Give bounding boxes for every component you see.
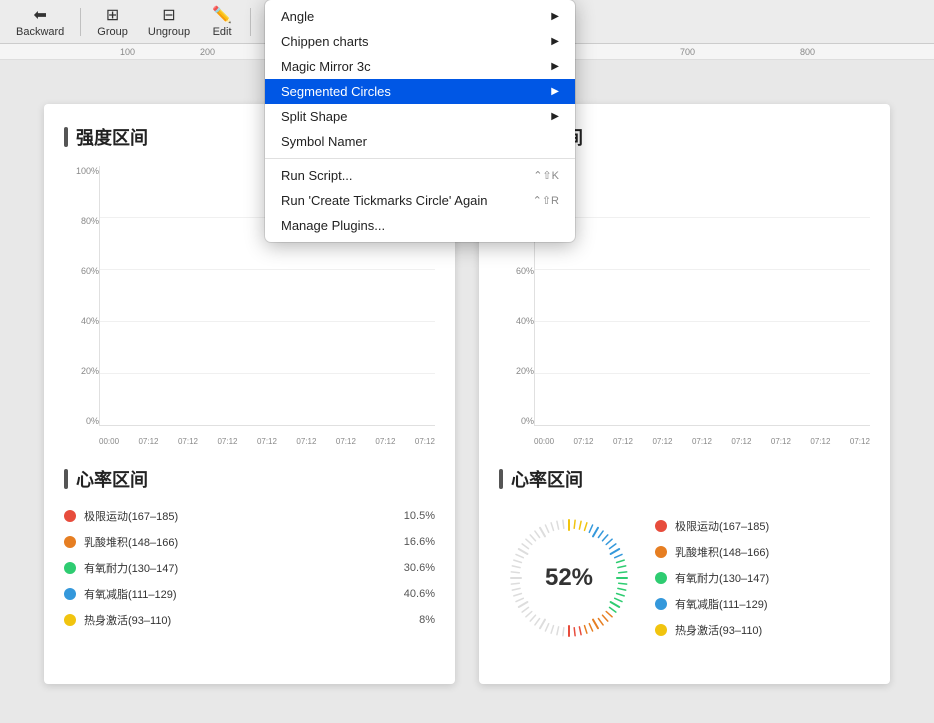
menu-item-magic[interactable]: Magic Mirror 3c ▶ [265, 54, 575, 79]
dropdown-menu: Angle ▶ Chippen charts ▶ Magic Mirror 3c… [265, 0, 575, 242]
run-script-shortcut: ⌃⇧K [533, 169, 559, 182]
menu-item-split[interactable]: Split Shape ▶ [265, 104, 575, 129]
menu-item-manage-label: Manage Plugins... [281, 218, 385, 233]
menu-item-symbol[interactable]: Symbol Namer [265, 129, 575, 154]
menu-item-chippen[interactable]: Chippen charts ▶ [265, 29, 575, 54]
menu-item-magic-label: Magic Mirror 3c [281, 59, 371, 74]
menu-item-segmented-label: Segmented Circles [281, 84, 391, 99]
menu-item-run-script-label: Run Script... [281, 168, 353, 183]
menu-item-segmented[interactable]: Segmented Circles ▶ [265, 79, 575, 104]
menu-item-chippen-label: Chippen charts [281, 34, 368, 49]
submenu-arrow-split: ▶ [551, 111, 559, 122]
submenu-arrow-segmented: ▶ [551, 86, 559, 97]
menu-item-run-create[interactable]: Run 'Create Tickmarks Circle' Again ⌃⇧R [265, 188, 575, 213]
menu-item-angle-label: Angle [281, 9, 314, 24]
menu-item-run-script[interactable]: Run Script... ⌃⇧K [265, 163, 575, 188]
submenu-arrow-magic: ▶ [551, 61, 559, 72]
menu-item-angle[interactable]: Angle ▶ [265, 4, 575, 29]
menu-item-split-label: Split Shape [281, 109, 348, 124]
submenu-arrow-angle: ▶ [551, 11, 559, 22]
run-create-shortcut: ⌃⇧R [533, 194, 559, 207]
menu-item-symbol-label: Symbol Namer [281, 134, 367, 149]
menu-separator-1 [265, 158, 575, 159]
submenu-arrow-chippen: ▶ [551, 36, 559, 47]
dropdown-overlay[interactable]: Angle ▶ Chippen charts ▶ Magic Mirror 3c… [0, 0, 934, 723]
menu-item-manage[interactable]: Manage Plugins... [265, 213, 575, 238]
menu-item-run-create-label: Run 'Create Tickmarks Circle' Again [281, 193, 488, 208]
